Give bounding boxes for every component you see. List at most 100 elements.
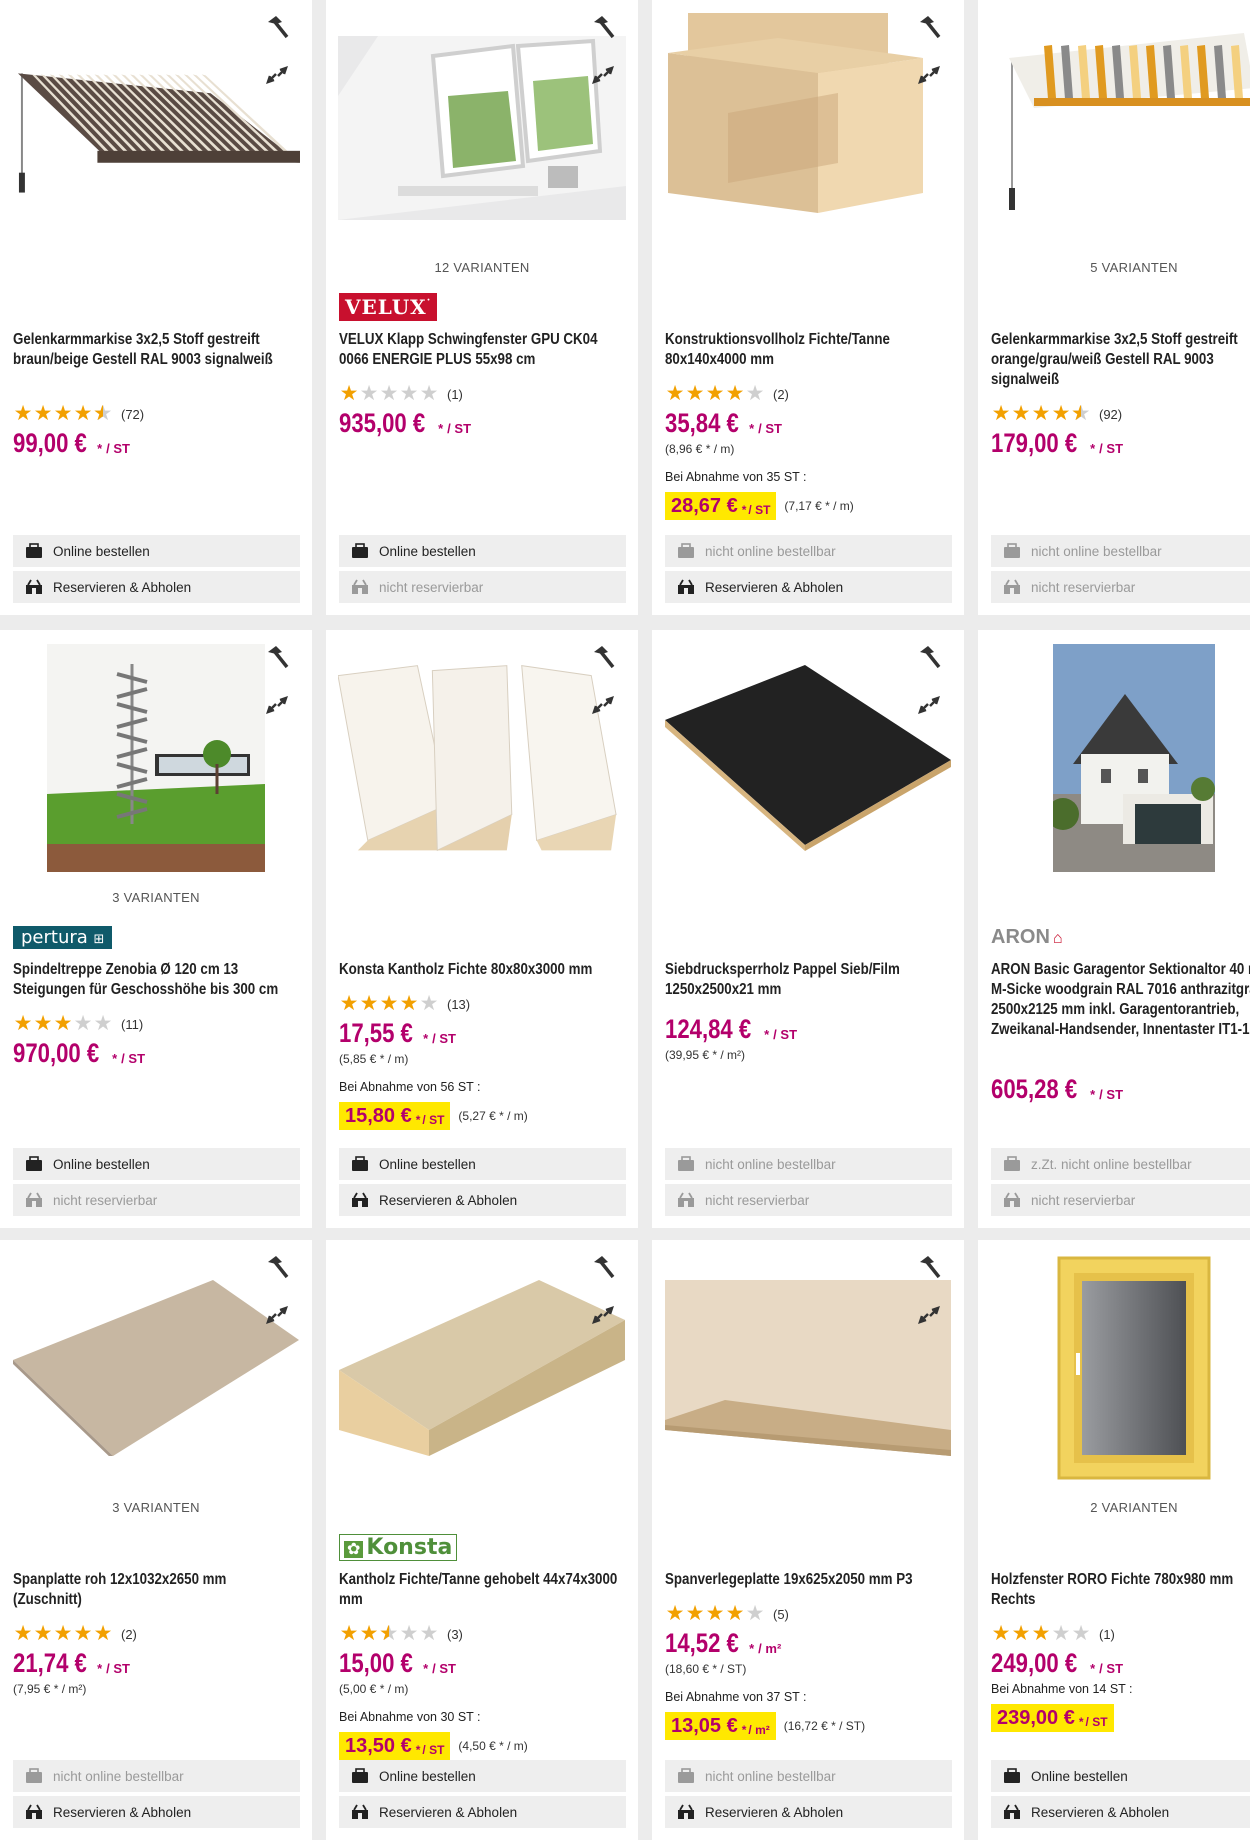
hammer-icon[interactable] xyxy=(588,642,618,672)
hammer-icon[interactable] xyxy=(914,1252,944,1282)
product-image[interactable] xyxy=(990,10,1250,246)
product-title[interactable]: Spanverlegeplatte 19x625x2050 mm P3 xyxy=(665,1570,949,1590)
reserve-pickup-button[interactable]: Reservieren & Abholen xyxy=(665,571,952,603)
hammer-icon[interactable] xyxy=(588,1252,618,1282)
reserve-pickup-button[interactable]: Reservieren & Abholen xyxy=(665,1796,952,1828)
compare-arrows-icon[interactable] xyxy=(914,60,944,90)
online-order-label: nicht online bestellbar xyxy=(705,1156,836,1172)
reserve-pickup-button[interactable]: Reservieren & Abholen xyxy=(991,1796,1250,1828)
product-image[interactable] xyxy=(664,10,952,246)
compare-arrows-icon[interactable] xyxy=(914,1300,944,1330)
product-image[interactable] xyxy=(664,640,952,876)
product-title[interactable]: Konsta Kantholz Fichte 80x80x3000 mm xyxy=(339,960,623,980)
product-title[interactable]: Siebdrucksperrholz Pappel Sieb/Film 1250… xyxy=(665,960,949,1000)
hammer-icon[interactable] xyxy=(914,642,944,672)
rating-star: ★ xyxy=(1071,1622,1091,1645)
product-card[interactable]: 3 VARIANTEN pertura ⊞ Spindeltreppe Zenobi… xyxy=(0,630,312,1228)
compare-arrows-icon[interactable] xyxy=(588,1300,618,1330)
brand-logo: ✿ Konsta xyxy=(339,1532,458,1562)
product-rating: ★ ★ ★ ★ ★ (2) xyxy=(665,383,789,404)
hammer-icon[interactable] xyxy=(914,12,944,42)
product-price: 179,00 € * / ST xyxy=(991,428,1124,458)
product-title[interactable]: Holzfenster RORO Fichte 780x980 mm Recht… xyxy=(991,1570,1250,1610)
card-tools xyxy=(588,642,624,738)
product-image[interactable] xyxy=(990,640,1250,876)
reserve-pickup-label: Reservieren & Abholen xyxy=(379,1192,518,1208)
compare-arrows-icon[interactable] xyxy=(914,690,944,720)
product-image[interactable] xyxy=(12,640,300,876)
rating-star: ★ xyxy=(13,1012,33,1035)
reserve-pickup-button[interactable]: Reservieren & Abholen xyxy=(339,1796,626,1828)
online-order-button[interactable]: Online bestellen xyxy=(13,535,300,567)
product-title[interactable]: ARON Basic Garagentor Sektionaltor 40 mm… xyxy=(991,960,1250,1040)
card-tools xyxy=(588,12,624,108)
product-card[interactable]: 12 VARIANTEN VELUX· VELUX Klapp Schwingfen… xyxy=(326,0,638,615)
cart-icon xyxy=(678,1156,694,1171)
product-title[interactable]: Kantholz Fichte/Tanne gehobelt 44x74x300… xyxy=(339,1570,623,1610)
product-image[interactable] xyxy=(338,10,626,246)
product-title[interactable]: Gelenkarmmarkise 3x2,5 Stoff gestreift o… xyxy=(991,330,1250,390)
product-price: 15,00 € * / ST xyxy=(339,1648,456,1678)
compare-arrows-icon[interactable] xyxy=(588,60,618,90)
product-title[interactable]: VELUX Klapp Schwingfenster GPU CK04 0066… xyxy=(339,330,623,370)
product-title[interactable]: Spindeltreppe Zenobia Ø 120 cm 13 Steigu… xyxy=(13,960,297,1000)
product-card[interactable]: Konstruktionsvollholz Fichte/Tanne 80x14… xyxy=(652,0,964,615)
bulk-unit-price: (4,50 € * / m) xyxy=(458,1739,528,1753)
rating-star: ★ xyxy=(339,1622,359,1645)
hammer-icon[interactable] xyxy=(262,1252,292,1282)
online-order-label: z.Zt. nicht online bestellbar xyxy=(1031,1156,1192,1172)
compare-arrows-icon[interactable] xyxy=(262,690,292,720)
product-title[interactable]: Konstruktionsvollholz Fichte/Tanne 80x14… xyxy=(665,330,949,370)
unit-price: (18,60 € * / ST) xyxy=(665,1662,747,1676)
product-image[interactable] xyxy=(990,1250,1250,1486)
rating-star: ★ xyxy=(13,1622,33,1645)
product-image[interactable] xyxy=(338,640,626,876)
compare-arrows-icon[interactable] xyxy=(588,690,618,720)
rating-star: ★ xyxy=(53,1622,73,1645)
hammer-icon[interactable] xyxy=(262,12,292,42)
review-count: (5) xyxy=(773,1606,789,1622)
product-card[interactable]: Konsta Kantholz Fichte 80x80x3000 mm ★ ★ ★ ★… xyxy=(326,630,638,1228)
card-tools xyxy=(588,1252,624,1348)
product-card[interactable]: Gelenkarmmarkise 3x2,5 Stoff gestreift b… xyxy=(0,0,312,615)
reserve-pickup-button[interactable]: Reservieren & Abholen xyxy=(339,1184,626,1216)
product-image[interactable] xyxy=(12,1250,300,1486)
compare-arrows-icon[interactable] xyxy=(262,60,292,90)
reserve-pickup-label: Reservieren & Abholen xyxy=(1031,1804,1170,1820)
online-order-button[interactable]: Online bestellen xyxy=(339,535,626,567)
product-card[interactable]: ARON ⌂ ARON Basic Garagentor Sektionaltor … xyxy=(978,630,1250,1228)
store-icon xyxy=(26,1192,42,1207)
product-card[interactable]: 2 VARIANTEN Holzfenster RORO Fichte 780x9… xyxy=(978,1240,1250,1840)
online-order-button[interactable]: Online bestellen xyxy=(339,1148,626,1180)
product-price: 124,84 € * / ST xyxy=(665,1014,798,1044)
product-title[interactable]: Gelenkarmmarkise 3x2,5 Stoff gestreift b… xyxy=(13,330,297,370)
rating-star: ★ xyxy=(53,402,73,425)
product-card[interactable]: ✿ Konsta Kantholz Fichte/Tanne gehobelt 44… xyxy=(326,1240,638,1840)
product-image[interactable] xyxy=(338,1250,626,1486)
product-price: 249,00 € * / ST xyxy=(991,1648,1124,1678)
bulk-offer: 15,80 € * / ST (5,27 € * / m) xyxy=(339,1102,528,1130)
product-rating: ★ ★ ★ ★ ★ (2) xyxy=(13,1622,137,1645)
online-order-button[interactable]: Online bestellen xyxy=(13,1148,300,1180)
product-card[interactable]: 5 VARIANTEN Gelenkarmmarkise 3x2,5 Stoff … xyxy=(978,0,1250,615)
reserve-pickup-button[interactable]: Reservieren & Abholen xyxy=(13,571,300,603)
product-title[interactable]: Spanplatte roh 12x1032x2650 mm (Zuschnit… xyxy=(13,1570,297,1610)
rating-star: ★ xyxy=(13,402,33,425)
product-image[interactable] xyxy=(664,1250,952,1486)
unit-price: (5,00 € * / m) xyxy=(339,1682,409,1696)
hammer-icon[interactable] xyxy=(262,642,292,672)
compare-arrows-icon[interactable] xyxy=(262,1300,292,1330)
product-rating: ★ ★ ★ ★ ★ (1) xyxy=(339,383,463,404)
brand-logo: pertura ⊞ xyxy=(13,922,113,952)
product-card[interactable]: Spanverlegeplatte 19x625x2050 mm P3 ★ ★ ★ ★ ★… xyxy=(652,1240,964,1840)
bulk-price: 13,50 € xyxy=(345,1735,412,1757)
product-image[interactable] xyxy=(12,10,300,246)
hammer-icon[interactable] xyxy=(588,12,618,42)
online-order-button[interactable]: Online bestellen xyxy=(339,1760,626,1792)
product-card[interactable]: Siebdrucksperrholz Pappel Sieb/Film 1250… xyxy=(652,630,964,1228)
product-price: 605,28 € * / ST xyxy=(991,1074,1124,1104)
reserve-pickup-button[interactable]: Reservieren & Abholen xyxy=(13,1796,300,1828)
online-order-button[interactable]: Online bestellen xyxy=(991,1760,1250,1792)
unit-price: (7,95 € * / m²) xyxy=(13,1682,87,1696)
product-card[interactable]: 3 VARIANTEN Spanplatte roh 12x1032x2650 m… xyxy=(0,1240,312,1840)
